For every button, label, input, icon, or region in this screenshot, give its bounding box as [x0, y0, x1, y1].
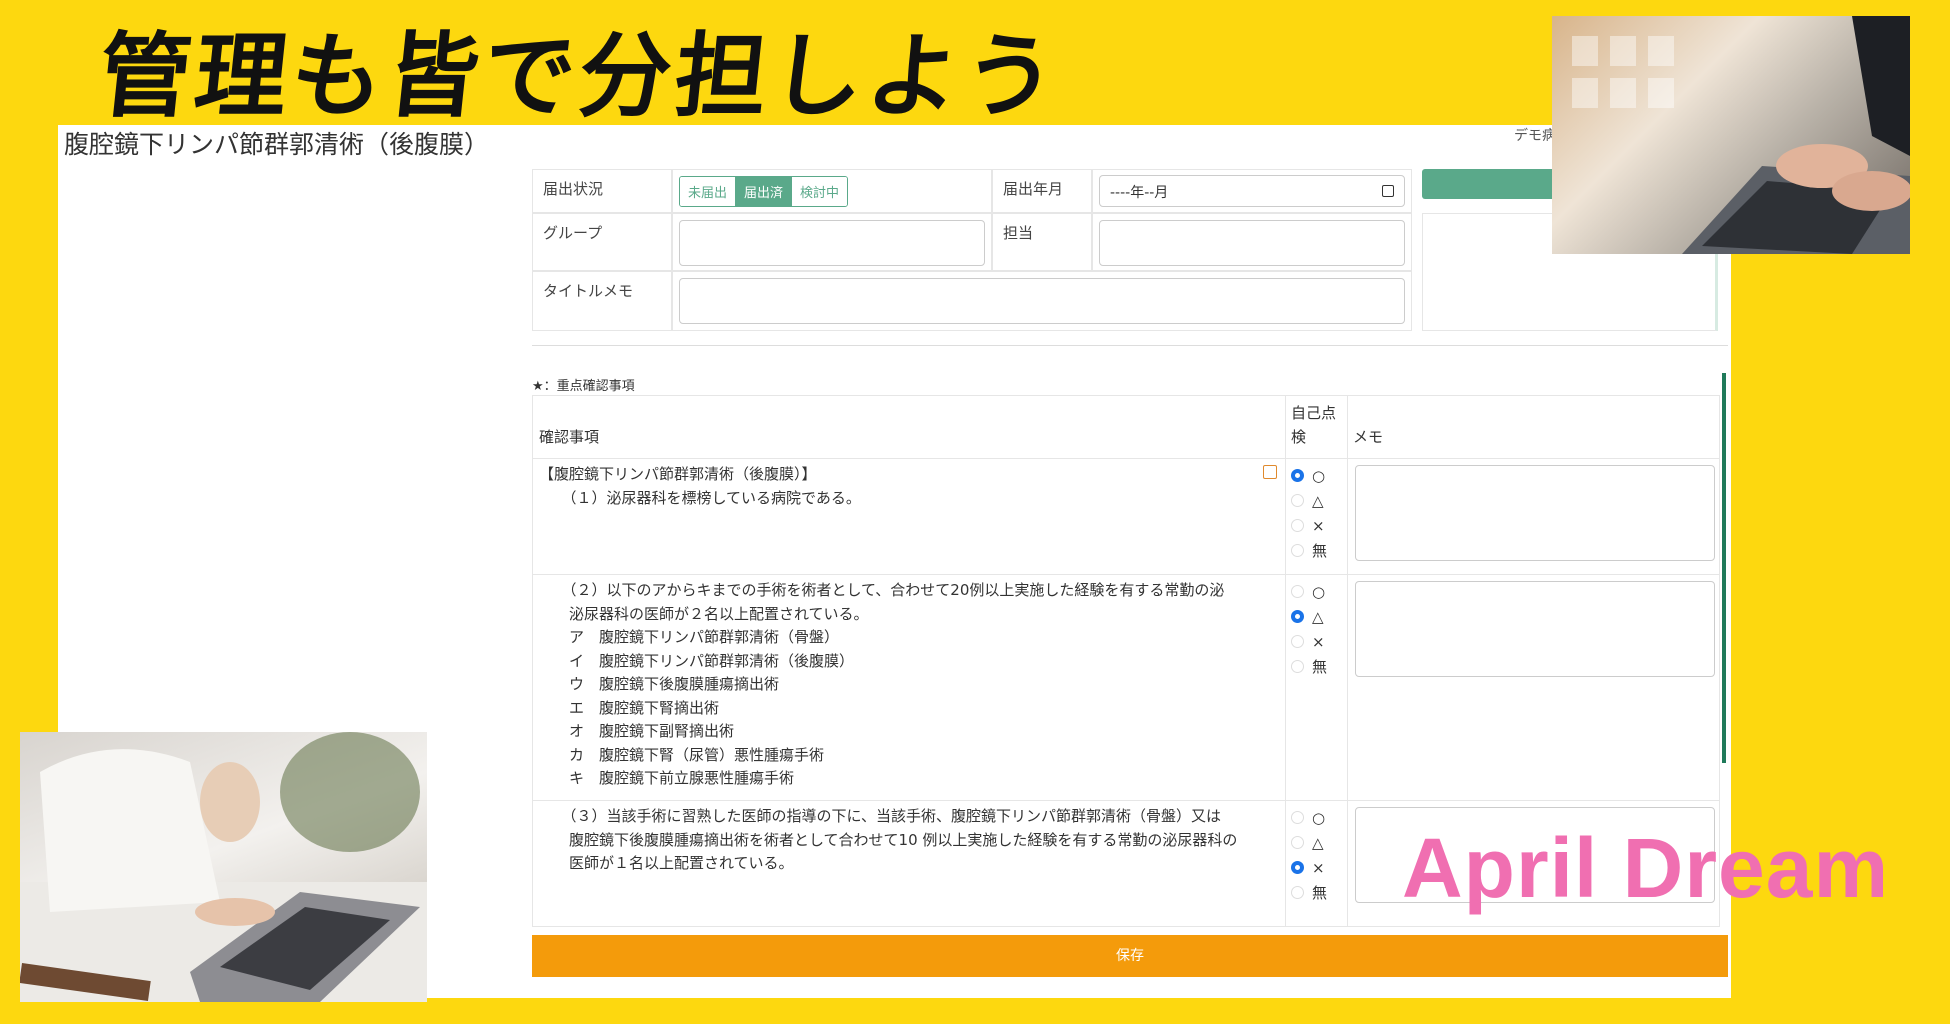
- date-label: 届出年月: [992, 169, 1092, 213]
- option-label: ○: [1312, 582, 1326, 601]
- title-memo-cell: [672, 271, 1412, 331]
- status-label: 届出状況: [532, 169, 672, 213]
- calendar-icon: [1382, 185, 1394, 197]
- title-memo-label: タイトルメモ: [532, 271, 672, 331]
- owner-label: 担当: [992, 213, 1092, 271]
- option-label: 無: [1312, 658, 1328, 676]
- memo-textarea[interactable]: [1355, 581, 1715, 677]
- row-text: （３）当該手術に習熟した医師の指導の下に、当該手術、腹腔鏡下リンパ節群郭清術（骨…: [569, 807, 1238, 872]
- brand-logo-text: April Dream: [1402, 821, 1890, 915]
- edit-icon[interactable]: [1263, 465, 1277, 479]
- status-option-filed[interactable]: 届出済: [736, 177, 793, 206]
- option-label: 無: [1312, 542, 1328, 560]
- memo-textarea[interactable]: [1355, 465, 1715, 561]
- radio-good[interactable]: [1291, 811, 1304, 824]
- date-value: ----年--月: [1110, 185, 1169, 201]
- header-item: 確認事項: [539, 428, 600, 446]
- save-button[interactable]: 保存: [532, 935, 1728, 977]
- radio-partial[interactable]: [1291, 610, 1304, 623]
- option-label: ×: [1312, 516, 1325, 535]
- header-memo: メモ: [1353, 428, 1384, 446]
- laptop-typing-photo: [1552, 16, 1910, 254]
- status-segmented-control: 未届出 届出済 検討中: [679, 176, 849, 207]
- priority-note: ★：重点確認事項: [532, 379, 635, 394]
- header-self-check-2: 検: [1291, 428, 1307, 446]
- date-input[interactable]: ----年--月: [1099, 175, 1405, 207]
- option-label: △: [1312, 491, 1324, 510]
- radio-none[interactable]: [1291, 660, 1304, 673]
- page-title: 腹腔鏡下リンパ節群郭清術（後腹膜）: [64, 130, 490, 159]
- radio-partial[interactable]: [1291, 836, 1304, 849]
- woman-laptop-photo: [20, 732, 427, 1002]
- status-option-reviewing[interactable]: 検討中: [792, 177, 848, 206]
- table-row: （２）以下のアからキまでの手術を術者として、合わせて20例以上実施した経験を有す…: [533, 574, 1719, 800]
- self-check-options: ○ △ × 無: [1291, 805, 1327, 905]
- option-label: △: [1312, 607, 1324, 626]
- option-label: ○: [1312, 466, 1326, 485]
- self-check-options: ○ △ × 無: [1291, 579, 1327, 679]
- divider: [532, 345, 1728, 346]
- row-text: 【腹腔鏡下リンパ節群郭清術（後腹膜）】 （１）泌尿器科を標榜している病院である。: [539, 465, 861, 507]
- radio-none[interactable]: [1291, 886, 1304, 899]
- row-text: （２）以下のアからキまでの手術を術者として、合わせて20例以上実施した経験を有す…: [569, 581, 1225, 787]
- radio-bad[interactable]: [1291, 861, 1304, 874]
- option-label: △: [1312, 833, 1324, 852]
- group-label: グループ: [532, 213, 672, 271]
- date-cell: ----年--月: [1092, 169, 1412, 213]
- radio-bad[interactable]: [1291, 635, 1304, 648]
- self-check-options: ○ △ × 無: [1291, 463, 1327, 563]
- banner-title: 管理も皆で分担しよう: [93, 23, 1065, 130]
- option-label: ○: [1312, 808, 1326, 827]
- option-label: ×: [1312, 858, 1325, 877]
- title-memo-input[interactable]: [679, 278, 1405, 324]
- hospital-name: デモ病: [1514, 128, 1556, 144]
- status-option-unfiled[interactable]: 未届出: [680, 177, 737, 206]
- radio-none[interactable]: [1291, 544, 1304, 557]
- owner-input[interactable]: [1099, 220, 1405, 266]
- group-cell: [672, 213, 992, 271]
- status-cell: 未届出 届出済 検討中: [672, 169, 992, 213]
- option-label: ×: [1312, 632, 1325, 651]
- radio-partial[interactable]: [1291, 494, 1304, 507]
- radio-good[interactable]: [1291, 469, 1304, 482]
- radio-bad[interactable]: [1291, 519, 1304, 532]
- header-self-check-1: 自己点: [1291, 404, 1337, 422]
- group-input[interactable]: [679, 220, 985, 266]
- table-row: 【腹腔鏡下リンパ節群郭清術（後腹膜）】 （１）泌尿器科を標榜している病院である。…: [533, 458, 1719, 574]
- option-label: 無: [1312, 884, 1328, 902]
- scrollbar[interactable]: [1722, 373, 1726, 763]
- radio-good[interactable]: [1291, 585, 1304, 598]
- owner-cell: [1092, 213, 1412, 271]
